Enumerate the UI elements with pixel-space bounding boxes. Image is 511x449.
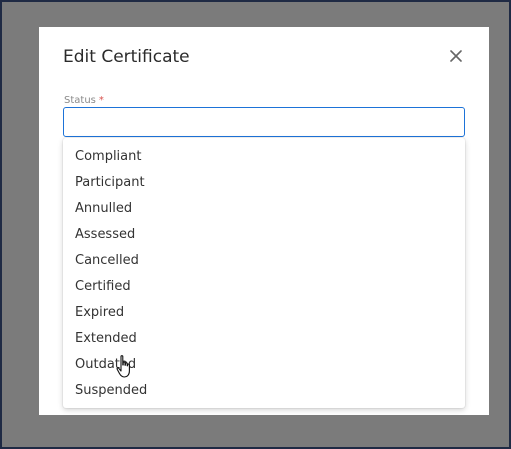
status-label-text: Status — [64, 95, 96, 106]
option-cancelled[interactable]: Cancelled — [63, 247, 465, 273]
status-label: Status * — [64, 95, 104, 106]
option-participant[interactable]: Participant — [63, 169, 465, 195]
option-extended[interactable]: Extended — [63, 325, 465, 351]
option-annulled[interactable]: Annulled — [63, 195, 465, 221]
required-mark: * — [98, 95, 104, 106]
close-button[interactable] — [445, 45, 467, 67]
status-select[interactable] — [63, 107, 465, 137]
option-outdated[interactable]: Outdated — [63, 351, 465, 377]
screen-frame: Edit Certificate Status * Compliant Parti… — [0, 0, 511, 449]
status-options-list: Compliant Participant Annulled Assessed … — [63, 138, 465, 408]
option-assessed[interactable]: Assessed — [63, 221, 465, 247]
option-expired[interactable]: Expired — [63, 299, 465, 325]
option-certified[interactable]: Certified — [63, 273, 465, 299]
dialog-title: Edit Certificate — [63, 47, 190, 67]
option-compliant[interactable]: Compliant — [63, 143, 465, 169]
option-suspended[interactable]: Suspended — [63, 377, 465, 403]
close-icon — [450, 50, 462, 62]
